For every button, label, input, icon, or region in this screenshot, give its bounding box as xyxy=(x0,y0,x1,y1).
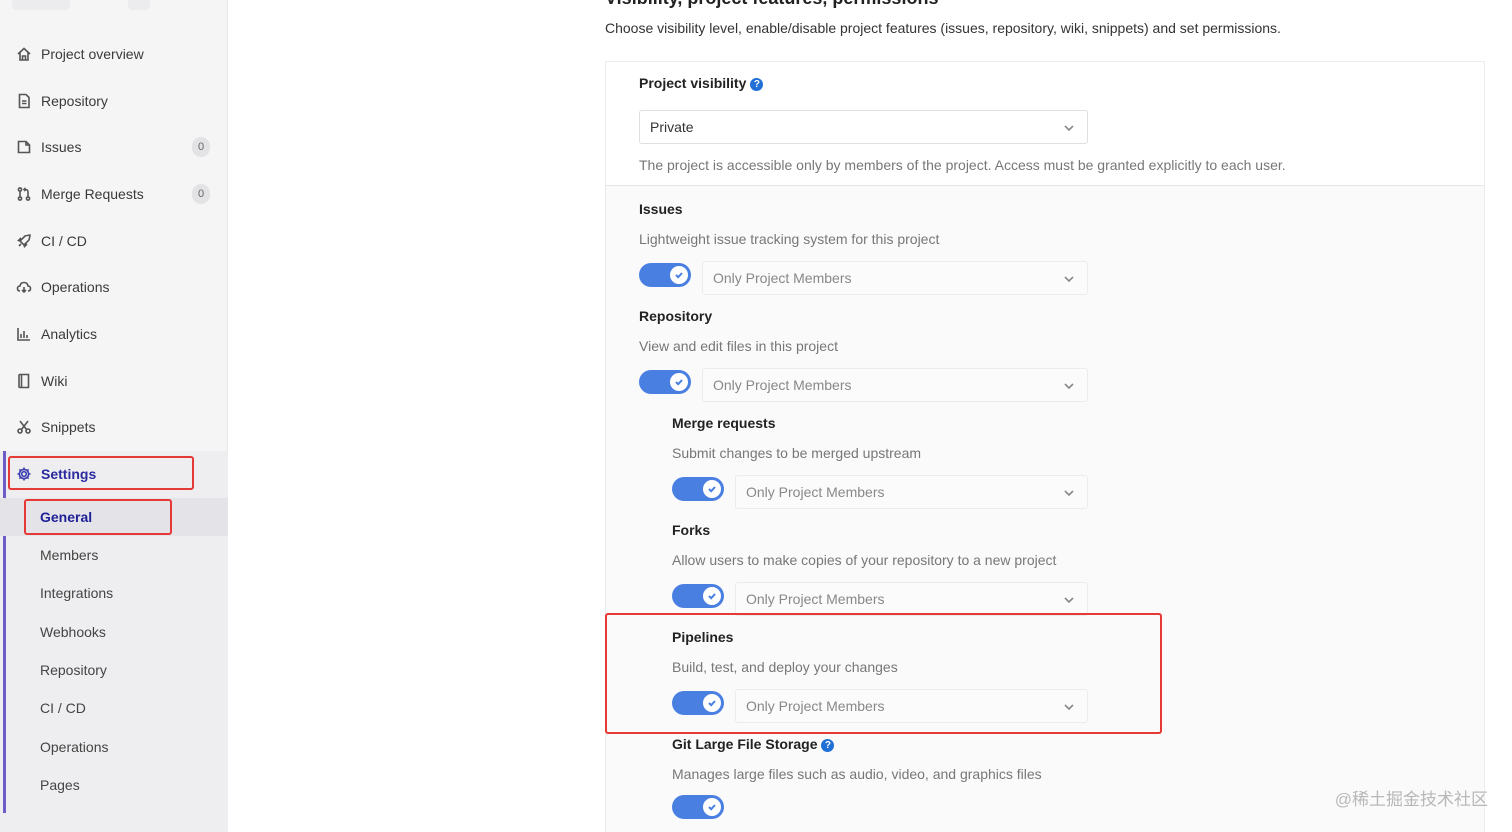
sidebar-item-settings[interactable]: Settings xyxy=(0,454,228,494)
repository-toggle[interactable] xyxy=(639,370,691,394)
forks-toggle[interactable] xyxy=(672,584,724,608)
sidebar-item-label: Merge Requests xyxy=(41,186,144,202)
sidebar-item-snippets[interactable]: Snippets xyxy=(0,407,228,447)
lfs-help: Manages large files such as audio, video… xyxy=(672,766,1042,782)
sidebar-item-operations[interactable]: Operations xyxy=(0,267,228,307)
sidebar-subitem-repository[interactable]: Repository xyxy=(0,651,228,689)
merge-requests-access-value: Only Project Members xyxy=(746,484,885,500)
check-icon xyxy=(670,373,688,391)
forks-help: Allow users to make copies of your repos… xyxy=(672,552,1057,568)
pipelines-access-select[interactable]: Only Project Members xyxy=(735,689,1088,723)
cloud-icon xyxy=(15,278,33,296)
sidebar-item-label: Analytics xyxy=(41,326,98,342)
visibility-help: The project is accessible only by member… xyxy=(639,157,1286,173)
sidebar-item-repository[interactable]: Repository xyxy=(0,81,228,121)
document-icon xyxy=(15,92,33,110)
issues-icon xyxy=(15,138,33,156)
section-description: Choose visibility level, enable/disable … xyxy=(605,20,1281,36)
pipelines-label: Pipelines xyxy=(672,629,734,645)
forks-label: Forks xyxy=(672,522,711,538)
visibility-label: Project visibility? xyxy=(639,75,764,91)
book-icon xyxy=(15,372,33,390)
merge-requests-help: Submit changes to be merged upstream xyxy=(672,445,922,461)
lfs-toggle[interactable] xyxy=(672,795,724,819)
check-icon xyxy=(703,798,721,816)
sidebar-subitem-members[interactable]: Members xyxy=(0,536,228,574)
issues-count-badge: 0 xyxy=(192,137,210,157)
pipelines-help: Build, test, and deploy your changes xyxy=(672,659,898,675)
forks-access-value: Only Project Members xyxy=(746,591,885,607)
issues-help: Lightweight issue tracking system for th… xyxy=(639,231,940,247)
chart-icon xyxy=(15,325,33,343)
check-icon xyxy=(703,587,721,605)
sidebar-item-wiki[interactable]: Wiki xyxy=(0,361,228,401)
sidebar-subitem-ci-cd[interactable]: CI / CD xyxy=(0,689,228,727)
sidebar-item-label: CI / CD xyxy=(41,233,87,249)
visibility-select[interactable]: Private xyxy=(639,110,1088,144)
check-icon xyxy=(703,480,721,498)
merge-requests-access-select[interactable]: Only Project Members xyxy=(735,475,1088,509)
sidebar-subitem-general[interactable]: General xyxy=(0,498,228,536)
main-content: Visibility, project features, permission… xyxy=(228,0,1512,832)
issues-label: Issues xyxy=(639,201,683,217)
chevron-down-icon xyxy=(1063,700,1075,712)
sidebar-item-merge-requests[interactable]: Merge Requests 0 xyxy=(0,174,228,214)
check-icon xyxy=(703,694,721,712)
visibility-value: Private xyxy=(650,119,694,135)
watermark: @稀土掘金技术社区 xyxy=(1334,790,1488,809)
issues-access-select[interactable]: Only Project Members xyxy=(702,261,1088,295)
sidebar-item-label: Issues xyxy=(41,139,82,155)
sidebar-item-label: Operations xyxy=(41,279,110,295)
pipelines-toggle[interactable] xyxy=(672,691,724,715)
sidebar-item-label: Repository xyxy=(41,93,108,109)
sidebar-item-analytics[interactable]: Analytics xyxy=(0,314,228,354)
repository-access-value: Only Project Members xyxy=(713,377,852,393)
help-icon[interactable]: ? xyxy=(750,78,764,91)
repository-access-select[interactable]: Only Project Members xyxy=(702,368,1088,402)
merge-request-icon xyxy=(15,185,33,203)
sidebar-item-project-overview[interactable]: Project overview xyxy=(0,34,228,74)
section-heading: Visibility, project features, permission… xyxy=(605,0,938,9)
sidebar-item-ci-cd[interactable]: CI / CD xyxy=(0,221,228,261)
repository-help: View and edit files in this project xyxy=(639,338,838,354)
chevron-down-icon xyxy=(1063,272,1075,284)
sidebar-item-label: Snippets xyxy=(41,419,96,435)
merge-requests-count-badge: 0 xyxy=(192,184,210,204)
lfs-label: Git Large File Storage? xyxy=(672,736,835,752)
rocket-icon xyxy=(15,232,33,250)
merge-requests-label: Merge requests xyxy=(672,415,776,431)
chevron-down-icon xyxy=(1063,486,1075,498)
issues-toggle[interactable] xyxy=(639,263,691,287)
sidebar-subitem-pages[interactable]: Pages xyxy=(0,766,228,804)
chevron-down-icon xyxy=(1063,121,1075,133)
sidebar-item-label: Project overview xyxy=(41,46,144,62)
issues-access-value: Only Project Members xyxy=(713,270,852,286)
chevron-down-icon xyxy=(1063,379,1075,391)
sidebar: Project overview Repository Issues 0 Mer… xyxy=(0,0,228,832)
home-icon xyxy=(15,45,33,63)
sidebar-subitem-operations[interactable]: Operations xyxy=(0,728,228,766)
sidebar-subitem-integrations[interactable]: Integrations xyxy=(0,574,228,612)
sidebar-item-label: Wiki xyxy=(41,373,68,389)
scissors-icon xyxy=(15,418,33,436)
sidebar-top-element xyxy=(128,0,150,10)
sidebar-top-element xyxy=(12,0,70,10)
chevron-down-icon xyxy=(1063,593,1075,605)
pipelines-access-value: Only Project Members xyxy=(746,698,885,714)
repository-label: Repository xyxy=(639,308,713,324)
sidebar-item-label: Settings xyxy=(41,466,97,482)
help-icon[interactable]: ? xyxy=(821,739,835,752)
gear-icon xyxy=(15,465,33,483)
check-icon xyxy=(670,266,688,284)
sidebar-subitem-webhooks[interactable]: Webhooks xyxy=(0,613,228,651)
merge-requests-toggle[interactable] xyxy=(672,477,724,501)
sidebar-item-issues[interactable]: Issues 0 xyxy=(0,127,228,167)
forks-access-select[interactable]: Only Project Members xyxy=(735,582,1088,616)
